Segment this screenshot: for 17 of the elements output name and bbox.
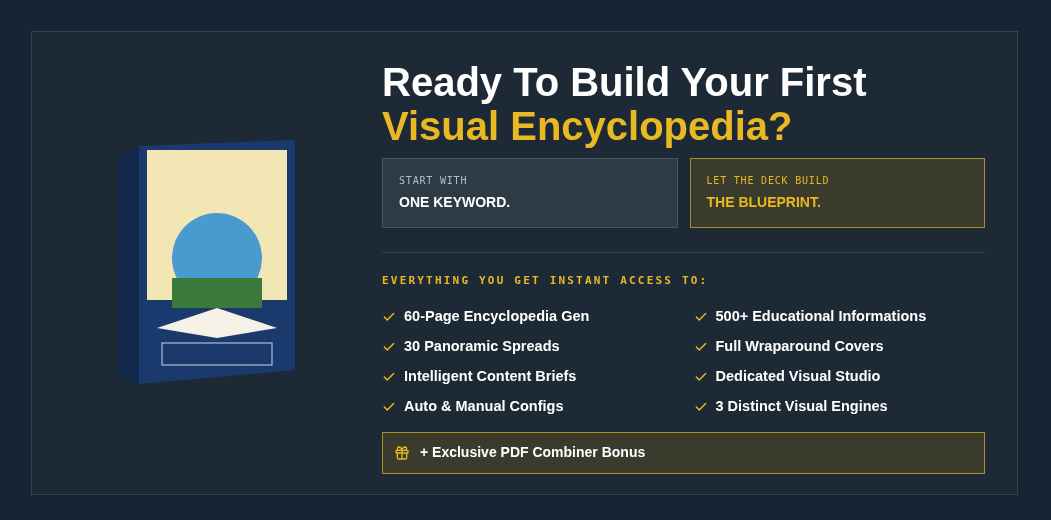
bonus-text: + Exclusive PDF Combiner Bonus: [420, 443, 646, 462]
heading-highlight: Visual Encyclopedia?: [382, 104, 794, 148]
feature-text: 30 Panoramic Spreads: [404, 336, 560, 356]
feature-text: 60-Page Encyclopedia Gen: [404, 306, 590, 326]
feature-text: 3 Distinct Visual Engines: [715, 396, 888, 416]
heading-line: Ready To Build Your First: [382, 60, 868, 104]
gift-icon: [394, 444, 410, 461]
feature-text: Intelligent Content Briefs: [404, 366, 577, 386]
step-label: START WITH: [399, 174, 469, 188]
feature-text: Dedicated Visual Studio: [715, 366, 881, 386]
step-value: ONE KEYWORD.: [399, 193, 512, 212]
features-title: EVERYTHING YOU GET INSTANT ACCESS TO:: [382, 273, 710, 289]
feature-text: 500+ Educational Informations: [715, 306, 927, 326]
feature-text: Full Wraparound Covers: [715, 336, 884, 356]
step-value: THE BLUEPRINT.: [706, 193, 822, 212]
step-label: LET THE DECK BUILD: [706, 174, 831, 188]
feature-text: Auto & Manual Configs: [404, 396, 564, 416]
